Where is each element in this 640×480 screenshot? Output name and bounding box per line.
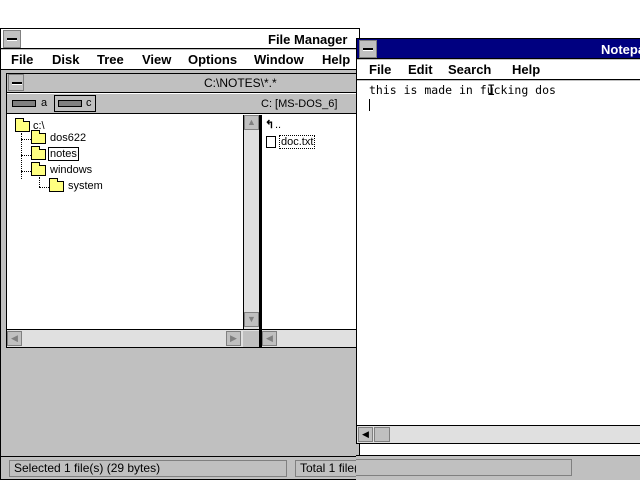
file-list-horizontal-scrollbar[interactable]: ◀ <box>262 329 358 347</box>
tree-item-dos622[interactable]: dos622 <box>50 132 86 144</box>
scroll-right-arrow-icon[interactable]: ▶ <box>226 331 241 346</box>
menu-disk[interactable]: Disk <box>52 52 79 67</box>
drive-bar: a c C: [MS-DOS_6] <box>7 94 358 114</box>
directory-window-title-bar[interactable]: C:\NOTES\*.* <box>7 74 358 93</box>
folder-icon <box>31 162 46 176</box>
notepad-window: Notepad File Edit Search Help this is ma… <box>356 38 640 444</box>
status-total: Total 1 file(s) (29 bytes) <box>295 460 357 477</box>
hard-drive-icon <box>58 100 82 107</box>
scroll-left-arrow-icon[interactable]: ◀ <box>7 331 22 346</box>
volume-label: C: [MS-DOS_6] <box>261 98 338 110</box>
status-selected: Selected 1 file(s) (29 bytes) <box>9 460 287 477</box>
file-manager-window: File Manager File Disk Tree View Options… <box>0 28 360 480</box>
notepad-menu-search[interactable]: Search <box>448 62 491 77</box>
file-item-doc[interactable]: doc.txt <box>279 135 316 149</box>
tree-line <box>39 187 49 188</box>
folder-icon <box>31 130 46 144</box>
tree-item-system[interactable]: system <box>68 180 103 192</box>
tree-item-notes[interactable]: notes <box>48 147 79 161</box>
scroll-up-arrow-icon[interactable]: ▲ <box>244 115 259 130</box>
menu-tree[interactable]: Tree <box>97 52 124 67</box>
text-cursor <box>369 99 370 111</box>
up-folder-icon: ↰ <box>265 119 275 131</box>
folder-icon <box>15 118 30 132</box>
status-bar: Selected 1 file(s) (29 bytes) Total 1 fi… <box>1 456 359 478</box>
menu-window[interactable]: Window <box>254 52 304 67</box>
file-manager-menubar: File Disk Tree View Options Window Help <box>1 50 359 70</box>
directory-path: C:\NOTES\*.* <box>204 76 277 90</box>
tree-vertical-scrollbar[interactable]: ▲ ▼ <box>243 115 259 329</box>
text-file-icon <box>266 136 276 148</box>
notepad-horizontal-scrollbar[interactable]: ◀ <box>357 425 640 443</box>
file-item-parent[interactable]: .. <box>275 119 281 131</box>
scroll-left-arrow-icon[interactable]: ◀ <box>358 427 373 442</box>
tree-horizontal-scrollbar[interactable]: ◀ ▶ <box>7 329 259 347</box>
status-bar-extension <box>356 455 640 480</box>
scroll-down-arrow-icon[interactable]: ▼ <box>244 312 259 327</box>
notepad-menu-file[interactable]: File <box>369 62 391 77</box>
drive-c-button[interactable]: c <box>54 95 96 112</box>
system-menu-icon[interactable] <box>359 40 377 58</box>
file-manager-title: File Manager <box>268 32 348 47</box>
tree-item-windows[interactable]: windows <box>50 164 92 176</box>
drive-c-label: c <box>86 97 92 109</box>
file-manager-title-bar[interactable]: File Manager <box>1 29 359 49</box>
notepad-content: this is made in fucking dos <box>369 83 556 97</box>
notepad-title: Notepad <box>601 42 640 57</box>
menu-options[interactable]: Options <box>188 52 237 67</box>
file-list-pane[interactable]: ↰ .. doc.txt <box>262 115 358 329</box>
system-menu-icon[interactable] <box>3 30 21 48</box>
status-total-tail <box>356 459 572 476</box>
notepad-title-bar[interactable]: Notepad <box>357 39 640 59</box>
child-system-menu-icon[interactable] <box>8 74 24 91</box>
menu-help[interactable]: Help <box>322 52 350 67</box>
directory-window: C:\NOTES\*.* a c C: [MS-DOS_6] c:\ dos62… <box>6 73 359 348</box>
scroll-thumb[interactable] <box>374 427 390 442</box>
notepad-menubar: File Edit Search Help <box>357 60 640 80</box>
folder-icon <box>49 178 64 192</box>
directory-tree-pane[interactable]: c:\ dos622 notes windows system <box>7 115 243 329</box>
tree-line <box>39 177 40 187</box>
drive-a-button[interactable]: a <box>11 97 49 111</box>
scroll-left-arrow-icon[interactable]: ◀ <box>262 331 277 346</box>
menu-file[interactable]: File <box>11 52 33 67</box>
open-folder-icon <box>31 146 46 160</box>
scroll-corner <box>243 331 259 347</box>
notepad-text-area[interactable]: this is made in fucking dos I <box>357 81 640 425</box>
floppy-drive-icon <box>12 100 36 107</box>
notepad-menu-help[interactable]: Help <box>512 62 540 77</box>
notepad-menu-edit[interactable]: Edit <box>408 62 433 77</box>
menu-view[interactable]: View <box>142 52 171 67</box>
i-beam-cursor-icon: I <box>487 83 496 99</box>
drive-a-label: a <box>41 97 48 109</box>
